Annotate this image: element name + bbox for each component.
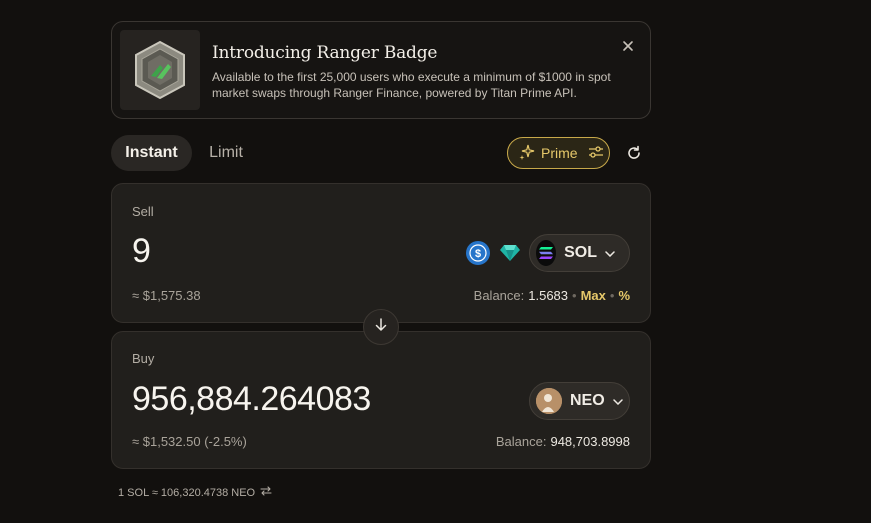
percent-button[interactable]: % (618, 288, 630, 303)
prime-label: Prime (541, 145, 578, 161)
exchange-rate-text: 1 SOL ≈ 106,320.4738 NEO (118, 486, 256, 499)
sell-card: Sell 9 $ SOL ≈ $1,575.38 Balance: 1.5683… (111, 183, 651, 323)
arrow-down-icon (375, 317, 387, 337)
sell-token-symbol: SOL (564, 244, 597, 261)
sol-icon (536, 240, 557, 266)
close-icon[interactable] (620, 38, 636, 54)
ranger-badge-image (120, 30, 200, 110)
buy-balance: Balance: 948,703.8998 (496, 434, 630, 449)
sparkle-icon (519, 144, 535, 163)
usdc-icon[interactable]: $ (466, 241, 490, 265)
swap-page: Introducing Ranger Badge Available to th… (0, 0, 871, 523)
chevron-down-icon (612, 392, 623, 410)
refresh-icon[interactable] (624, 143, 644, 163)
swap-icon (260, 486, 272, 499)
banner-title: Introducing Ranger Badge (212, 43, 438, 63)
chevron-down-icon (605, 244, 615, 262)
sell-usd-value: ≈ $1,575.38 (132, 288, 201, 303)
separator-dot: • (572, 288, 577, 303)
max-button[interactable]: Max (581, 288, 606, 303)
filter-icon (588, 145, 604, 162)
buy-label: Buy (132, 351, 155, 366)
balance-value: 948,703.8998 (550, 434, 630, 449)
buy-token-selector[interactable]: NEO (529, 382, 630, 420)
buy-token-symbol: NEO (570, 392, 605, 409)
announcement-banner: Introducing Ranger Badge Available to th… (111, 21, 651, 119)
sell-label: Sell (132, 204, 154, 219)
svg-text:$: $ (475, 248, 481, 260)
balance-label: Balance: (473, 288, 525, 303)
swap-direction-button[interactable] (363, 309, 399, 345)
balance-label: Balance: (495, 434, 547, 449)
buy-amount: 956,884.264083 (132, 380, 371, 418)
buy-usd-value: ≈ $1,532.50 (-2.5%) (132, 434, 247, 449)
buy-card: Buy 956,884.264083 NEO ≈ $1,532.50 (-2.5… (111, 331, 651, 469)
tab-limit[interactable]: Limit (198, 135, 254, 171)
neo-icon (536, 388, 562, 414)
balance-value: 1.5683 (528, 288, 569, 303)
sell-amount-input[interactable]: 9 (132, 232, 151, 271)
banner-description: Available to the first 25,000 users who … (212, 70, 611, 100)
sell-token-selector[interactable]: SOL (529, 234, 630, 272)
gem-icon[interactable] (498, 241, 522, 265)
sell-balance: Balance: 1.5683 • Max • % (474, 288, 630, 303)
exchange-rate[interactable]: 1 SOL ≈ 106,320.4738 NEO (118, 486, 272, 499)
tab-instant[interactable]: Instant (111, 135, 192, 171)
prime-button[interactable]: Prime (507, 137, 610, 169)
separator-dot: • (609, 288, 615, 303)
